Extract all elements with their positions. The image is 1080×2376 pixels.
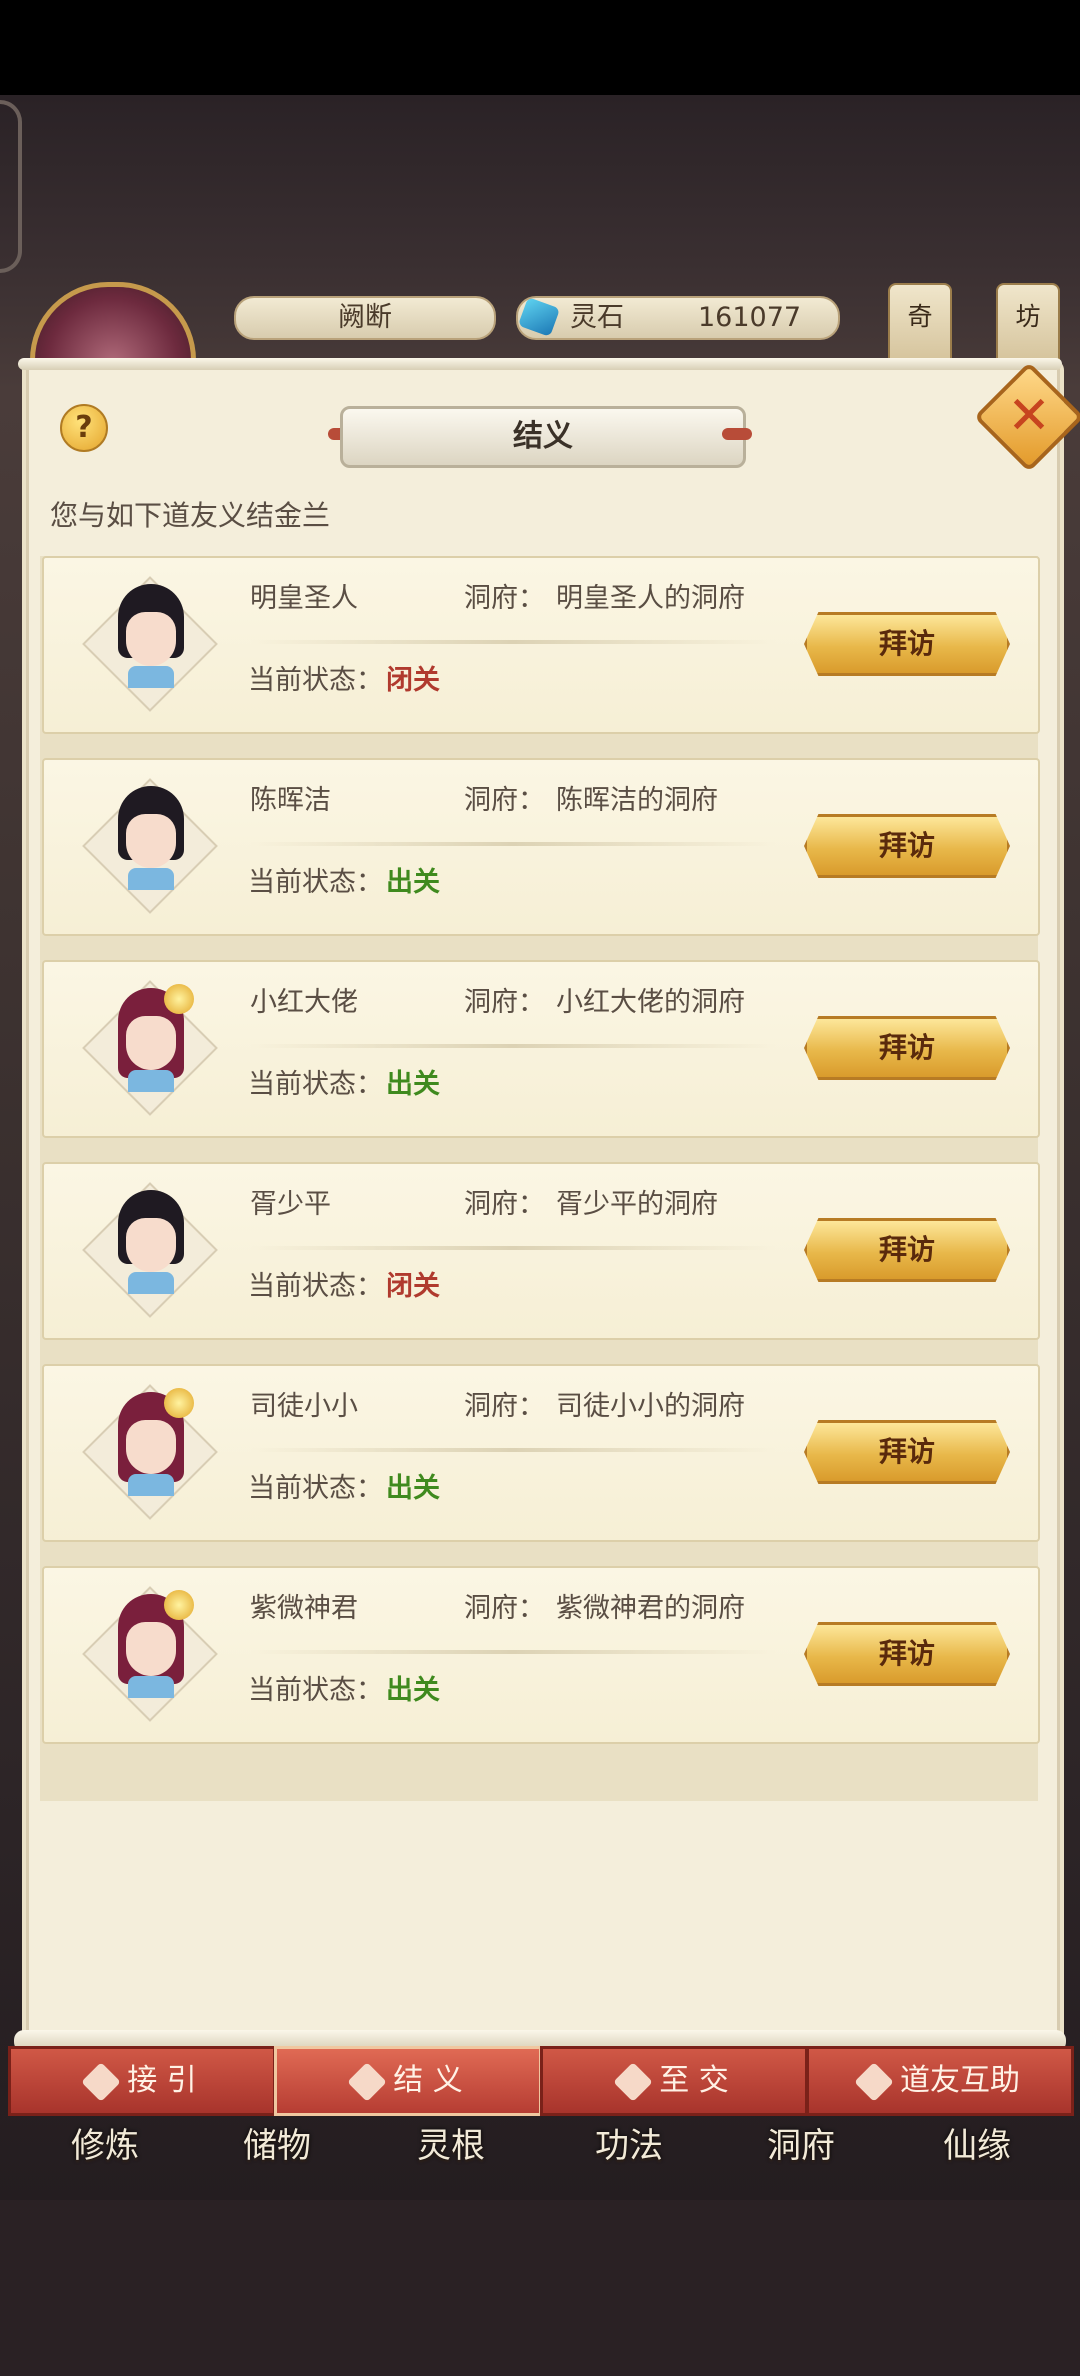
friend-name: 司徒小小 — [250, 1391, 358, 1422]
male-avatar-icon — [114, 584, 188, 692]
tab-mutual-help-icon — [854, 2061, 894, 2102]
panel-title: 结义 — [340, 406, 746, 468]
side-button-qi[interactable]: 奇 — [888, 283, 952, 367]
friend-name: 紫微神君 — [250, 1593, 358, 1624]
friend-status: 闭关 — [386, 665, 440, 696]
friend-home: 胥少平的洞府 — [556, 1189, 718, 1220]
female-avatar-icon — [114, 984, 194, 1096]
friend-status: 出关 — [386, 1675, 440, 1706]
tab-label: 接 引 — [127, 2063, 197, 2098]
friend-name: 明皇圣人 — [250, 583, 358, 614]
friend-avatar[interactable] — [82, 778, 218, 914]
friend-home: 陈晖洁的洞府 — [556, 785, 718, 816]
status-label: 当前状态： — [248, 1675, 383, 1706]
friend-name: 胥少平 — [250, 1189, 331, 1220]
tab-label: 至 交 — [659, 2063, 729, 2098]
tab-jieyin-icon — [81, 2061, 122, 2102]
friend-status: 出关 — [386, 1069, 440, 1100]
tab-zhijiao-icon — [613, 2061, 654, 2102]
visit-button[interactable]: 拜访 — [804, 814, 1010, 878]
friend-card: 胥少平 洞府： 胥少平的洞府 当前状态： 闭关 拜访 — [42, 1162, 1040, 1340]
home-label: 洞府： — [464, 1593, 545, 1624]
spirit-stone-icon — [517, 297, 561, 337]
friend-status: 出关 — [386, 1473, 440, 1504]
side-button-fang[interactable]: 坊 — [996, 283, 1060, 367]
card-divider — [250, 1044, 776, 1048]
male-avatar-icon — [114, 786, 188, 894]
status-label: 当前状态： — [248, 1271, 383, 1302]
female-avatar-icon — [114, 1388, 194, 1500]
currency-label: 灵石 — [570, 302, 624, 333]
status-label: 当前状态： — [248, 665, 383, 696]
tab-label: 结 义 — [393, 2063, 463, 2098]
friend-name: 小红大佬 — [250, 987, 358, 1018]
card-divider — [250, 1448, 776, 1452]
home-label: 洞府： — [464, 1189, 545, 1220]
visit-button[interactable]: 拜访 — [804, 1622, 1010, 1686]
home-label: 洞府： — [464, 987, 545, 1018]
friend-card: 紫微神君 洞府： 紫微神君的洞府 当前状态： 出关 拜访 — [42, 1566, 1040, 1744]
currency-value: 161077 — [698, 302, 802, 333]
card-divider — [250, 1246, 776, 1250]
visit-button[interactable]: 拜访 — [804, 612, 1010, 676]
nav-spirit-root[interactable]: 灵根 — [376, 2118, 526, 2167]
status-label: 当前状态： — [248, 1069, 383, 1100]
card-divider — [250, 842, 776, 846]
male-avatar-icon — [114, 1190, 188, 1298]
tab-zhijiao[interactable]: 至 交 — [540, 2046, 808, 2116]
nav-cultivate[interactable]: 修炼 — [30, 2118, 180, 2167]
friend-card: 陈晖洁 洞府： 陈晖洁的洞府 当前状态： 出关 拜访 — [42, 758, 1040, 936]
tab-jieyi-icon — [347, 2061, 388, 2102]
card-divider — [250, 640, 776, 644]
status-label: 当前状态： — [248, 1473, 383, 1504]
panel-subtitle: 您与如下道友义结金兰 — [50, 499, 331, 532]
spirit-stone-counter: 灵石 161077 — [516, 296, 840, 340]
player-name: 阙断 — [234, 296, 496, 340]
female-avatar-icon — [114, 1590, 194, 1702]
friend-name: 陈晖洁 — [250, 785, 331, 816]
friend-card: 小红大佬 洞府： 小红大佬的洞府 当前状态： 出关 拜访 — [42, 960, 1040, 1138]
friend-status: 出关 — [386, 867, 440, 898]
tab-jieyi[interactable]: 结 义 — [274, 2046, 542, 2116]
bottom-background — [0, 2200, 1080, 2376]
friend-home: 小红大佬的洞府 — [556, 987, 745, 1018]
main-bottom-nav: 修炼 储物 灵根 功法 洞府 仙缘 — [0, 2118, 1080, 2188]
help-icon[interactable]: ? — [60, 404, 108, 452]
nav-storage[interactable]: 储物 — [202, 2118, 352, 2167]
nav-fate[interactable]: 仙缘 — [902, 2118, 1052, 2167]
friend-home: 司徒小小的洞府 — [556, 1391, 745, 1422]
home-label: 洞府： — [464, 583, 545, 614]
home-label: 洞府： — [464, 1391, 545, 1422]
friend-card: 司徒小小 洞府： 司徒小小的洞府 当前状态： 出关 拜访 — [42, 1364, 1040, 1542]
friend-avatar[interactable] — [82, 1182, 218, 1318]
friend-home: 明皇圣人的洞府 — [556, 583, 745, 614]
tab-mutual-help[interactable]: 道友互助 — [806, 2046, 1074, 2116]
friend-home: 紫微神君的洞府 — [556, 1593, 745, 1624]
visit-button[interactable]: 拜访 — [804, 1218, 1010, 1282]
card-divider — [250, 1650, 776, 1654]
title-ornament-right — [722, 428, 752, 440]
home-label: 洞府： — [464, 785, 545, 816]
visit-button[interactable]: 拜访 — [804, 1420, 1010, 1484]
friend-avatar[interactable] — [82, 980, 218, 1116]
nav-techniques[interactable]: 功法 — [554, 2118, 704, 2167]
relationship-tabs: 接 引 结 义 至 交 道友互助 — [8, 2046, 1074, 2116]
status-label: 当前状态： — [248, 867, 383, 898]
tab-label: 道友互助 — [900, 2063, 1020, 2098]
friend-avatar[interactable] — [82, 1586, 218, 1722]
side-handle[interactable] — [0, 100, 22, 273]
tab-jieyin[interactable]: 接 引 — [8, 2046, 276, 2116]
friend-avatar[interactable] — [82, 576, 218, 712]
friend-avatar[interactable] — [82, 1384, 218, 1520]
friend-status: 闭关 — [386, 1271, 440, 1302]
scroll-rod-top — [18, 358, 1062, 370]
friend-card: 明皇圣人 洞府： 明皇圣人的洞府 当前状态： 闭关 拜访 — [42, 556, 1040, 734]
nav-cave[interactable]: 洞府 — [726, 2118, 876, 2167]
close-icon[interactable]: ✕ — [990, 378, 1068, 456]
visit-button[interactable]: 拜访 — [804, 1016, 1010, 1080]
